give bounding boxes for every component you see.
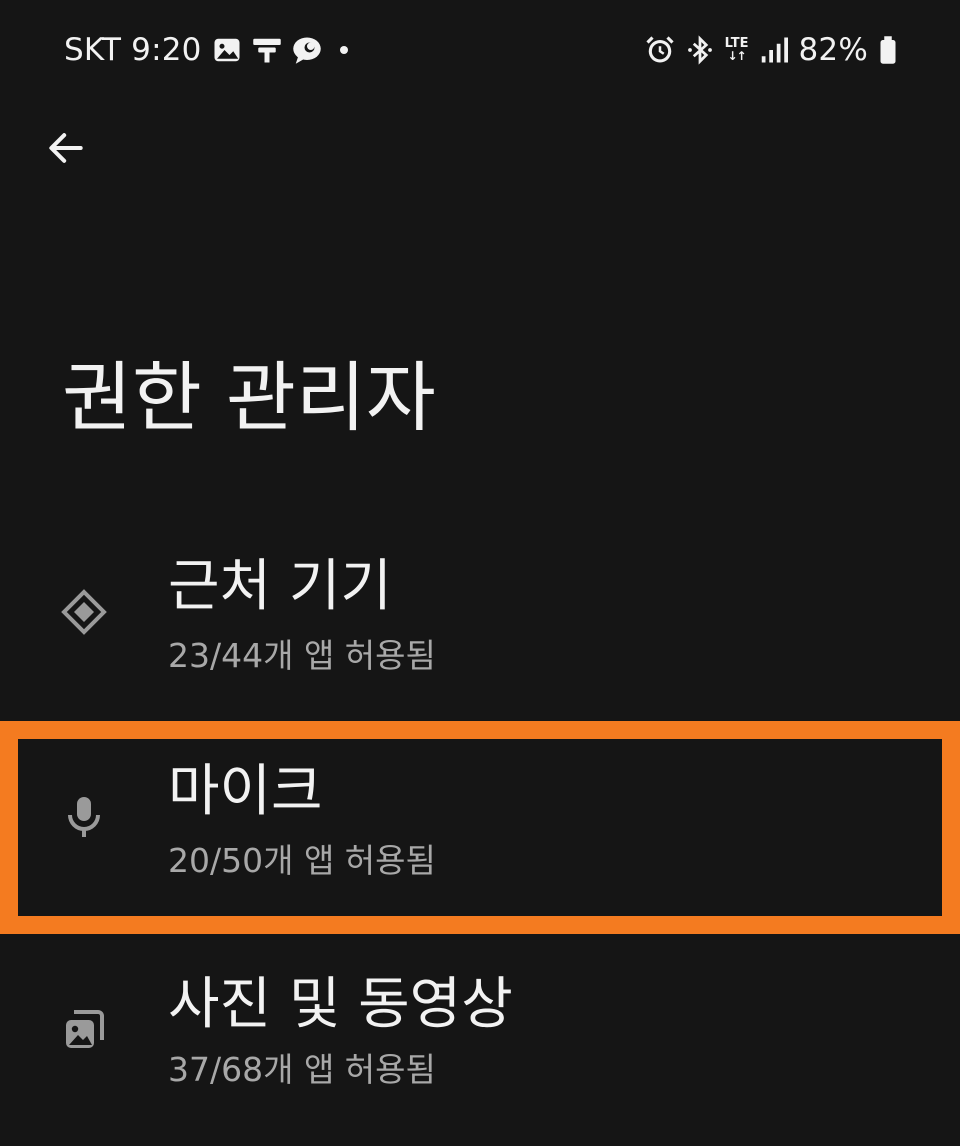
permission-item-microphone[interactable]: 마이크 20/50개 앱 허용됨	[0, 721, 960, 934]
lte-icon: LTE ↓↑	[724, 36, 749, 63]
permission-title: 마이크	[168, 759, 323, 824]
battery-percent: 82%	[798, 32, 868, 68]
highlight-box	[0, 721, 960, 934]
permission-summary: 37/68개 앱 허용됨	[168, 1050, 436, 1089]
permission-summary: 23/44개 앱 허용됨	[168, 636, 436, 675]
status-left: SKT 9:20	[64, 28, 348, 72]
nearby-devices-icon	[60, 588, 108, 636]
photos-icon	[60, 1006, 108, 1054]
permission-title: 근처 기기	[168, 554, 392, 619]
time-label: 9:20	[131, 32, 202, 68]
microphone-icon	[60, 793, 108, 841]
carrier-label: SKT	[64, 32, 122, 68]
back-button[interactable]	[38, 120, 94, 176]
permission-item-photos-videos[interactable]: 사진 및 동영상 37/68개 앱 허용됨	[0, 940, 960, 1146]
permission-item-nearby-devices[interactable]: 근처 기기 23/44개 앱 허용됨	[0, 540, 960, 746]
status-bar: SKT 9:20 LTE ↓↑ 82%	[0, 0, 960, 100]
arrow-left-icon	[49, 133, 83, 163]
permission-summary: 20/50개 앱 허용됨	[168, 841, 436, 880]
alarm-icon	[645, 35, 675, 65]
permission-list: 근처 기기 23/44개 앱 허용됨 마이크 20/50개 앱 허용됨 사진 및…	[0, 540, 960, 1089]
page-title: 권한 관리자	[62, 353, 436, 442]
flag-app-icon	[252, 35, 282, 65]
gallery-icon	[212, 35, 242, 65]
bluetooth-icon	[685, 35, 715, 65]
signal-icon	[758, 35, 789, 65]
battery-icon	[878, 35, 898, 65]
dot-icon	[339, 46, 348, 54]
chat-bubble-icon	[292, 35, 322, 65]
status-right: LTE ↓↑ 82%	[645, 28, 898, 72]
permission-title: 사진 및 동영상	[168, 972, 513, 1037]
